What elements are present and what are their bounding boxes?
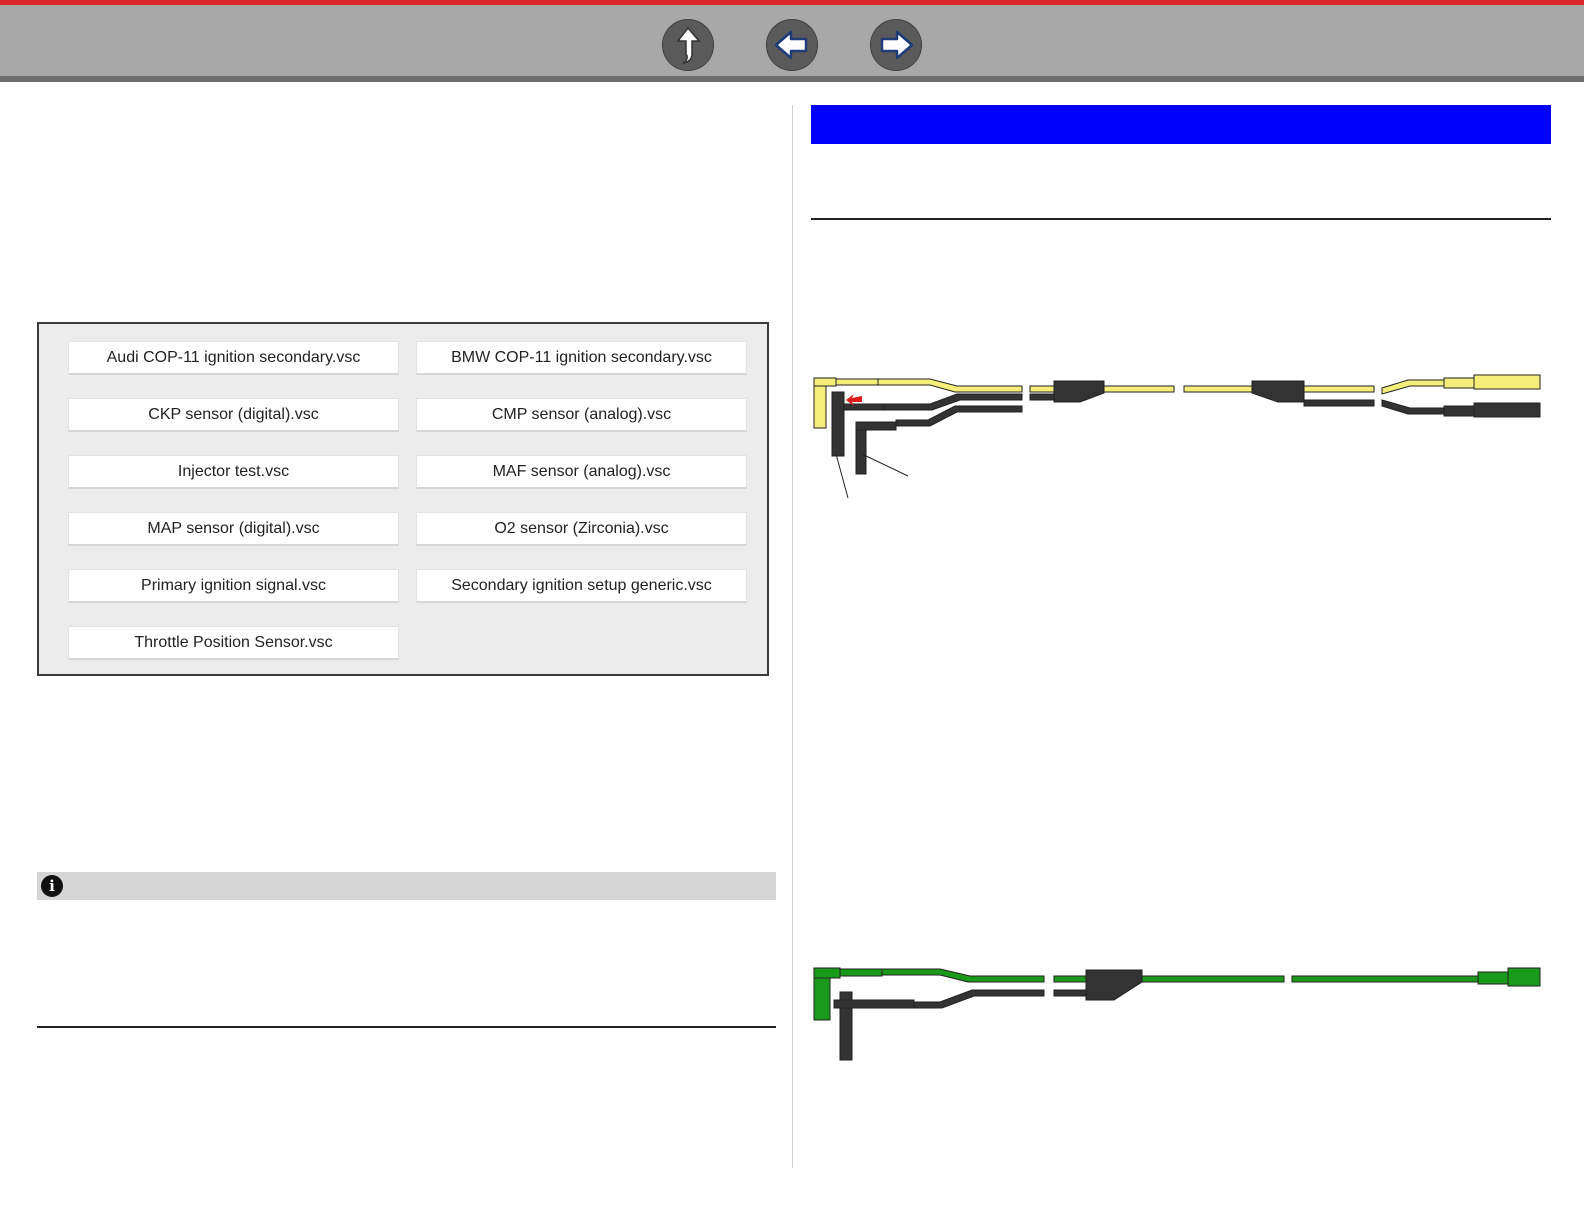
- file-list-panel: Audi COP-11 ignition secondary.vsc BMW C…: [37, 322, 769, 676]
- file-button[interactable]: Audi COP-11 ignition secondary.vsc: [68, 341, 399, 375]
- section-header-bar: [811, 105, 1551, 144]
- file-button[interactable]: O2 sensor (Zirconia).vsc: [416, 512, 747, 546]
- up-arrow-icon[interactable]: [662, 19, 714, 71]
- file-button[interactable]: CKP sensor (digital).vsc: [68, 398, 399, 432]
- section-divider-right: [811, 218, 1551, 220]
- column-divider: [792, 105, 793, 1168]
- section-divider-left: [37, 1026, 776, 1028]
- note-bar: i: [37, 872, 776, 900]
- file-button[interactable]: MAF sensor (analog).vsc: [416, 455, 747, 489]
- info-icon: i: [41, 875, 63, 897]
- file-button[interactable]: Secondary ignition setup generic.vsc: [416, 569, 747, 603]
- file-button[interactable]: BMW COP-11 ignition secondary.vsc: [416, 341, 747, 375]
- file-button[interactable]: Throttle Position Sensor.vsc: [68, 626, 399, 660]
- green-test-lead-illustration: [813, 967, 1541, 1061]
- file-button[interactable]: Injector test.vsc: [68, 455, 399, 489]
- file-button[interactable]: Primary ignition signal.vsc: [68, 569, 399, 603]
- back-arrow-icon[interactable]: [766, 19, 818, 71]
- forward-arrow-icon[interactable]: [870, 19, 922, 71]
- top-nav-bar: [0, 0, 1584, 82]
- file-button[interactable]: MAP sensor (digital).vsc: [68, 512, 399, 546]
- yellow-test-lead-illustration: [813, 374, 1541, 499]
- file-button[interactable]: CMP sensor (analog).vsc: [416, 398, 747, 432]
